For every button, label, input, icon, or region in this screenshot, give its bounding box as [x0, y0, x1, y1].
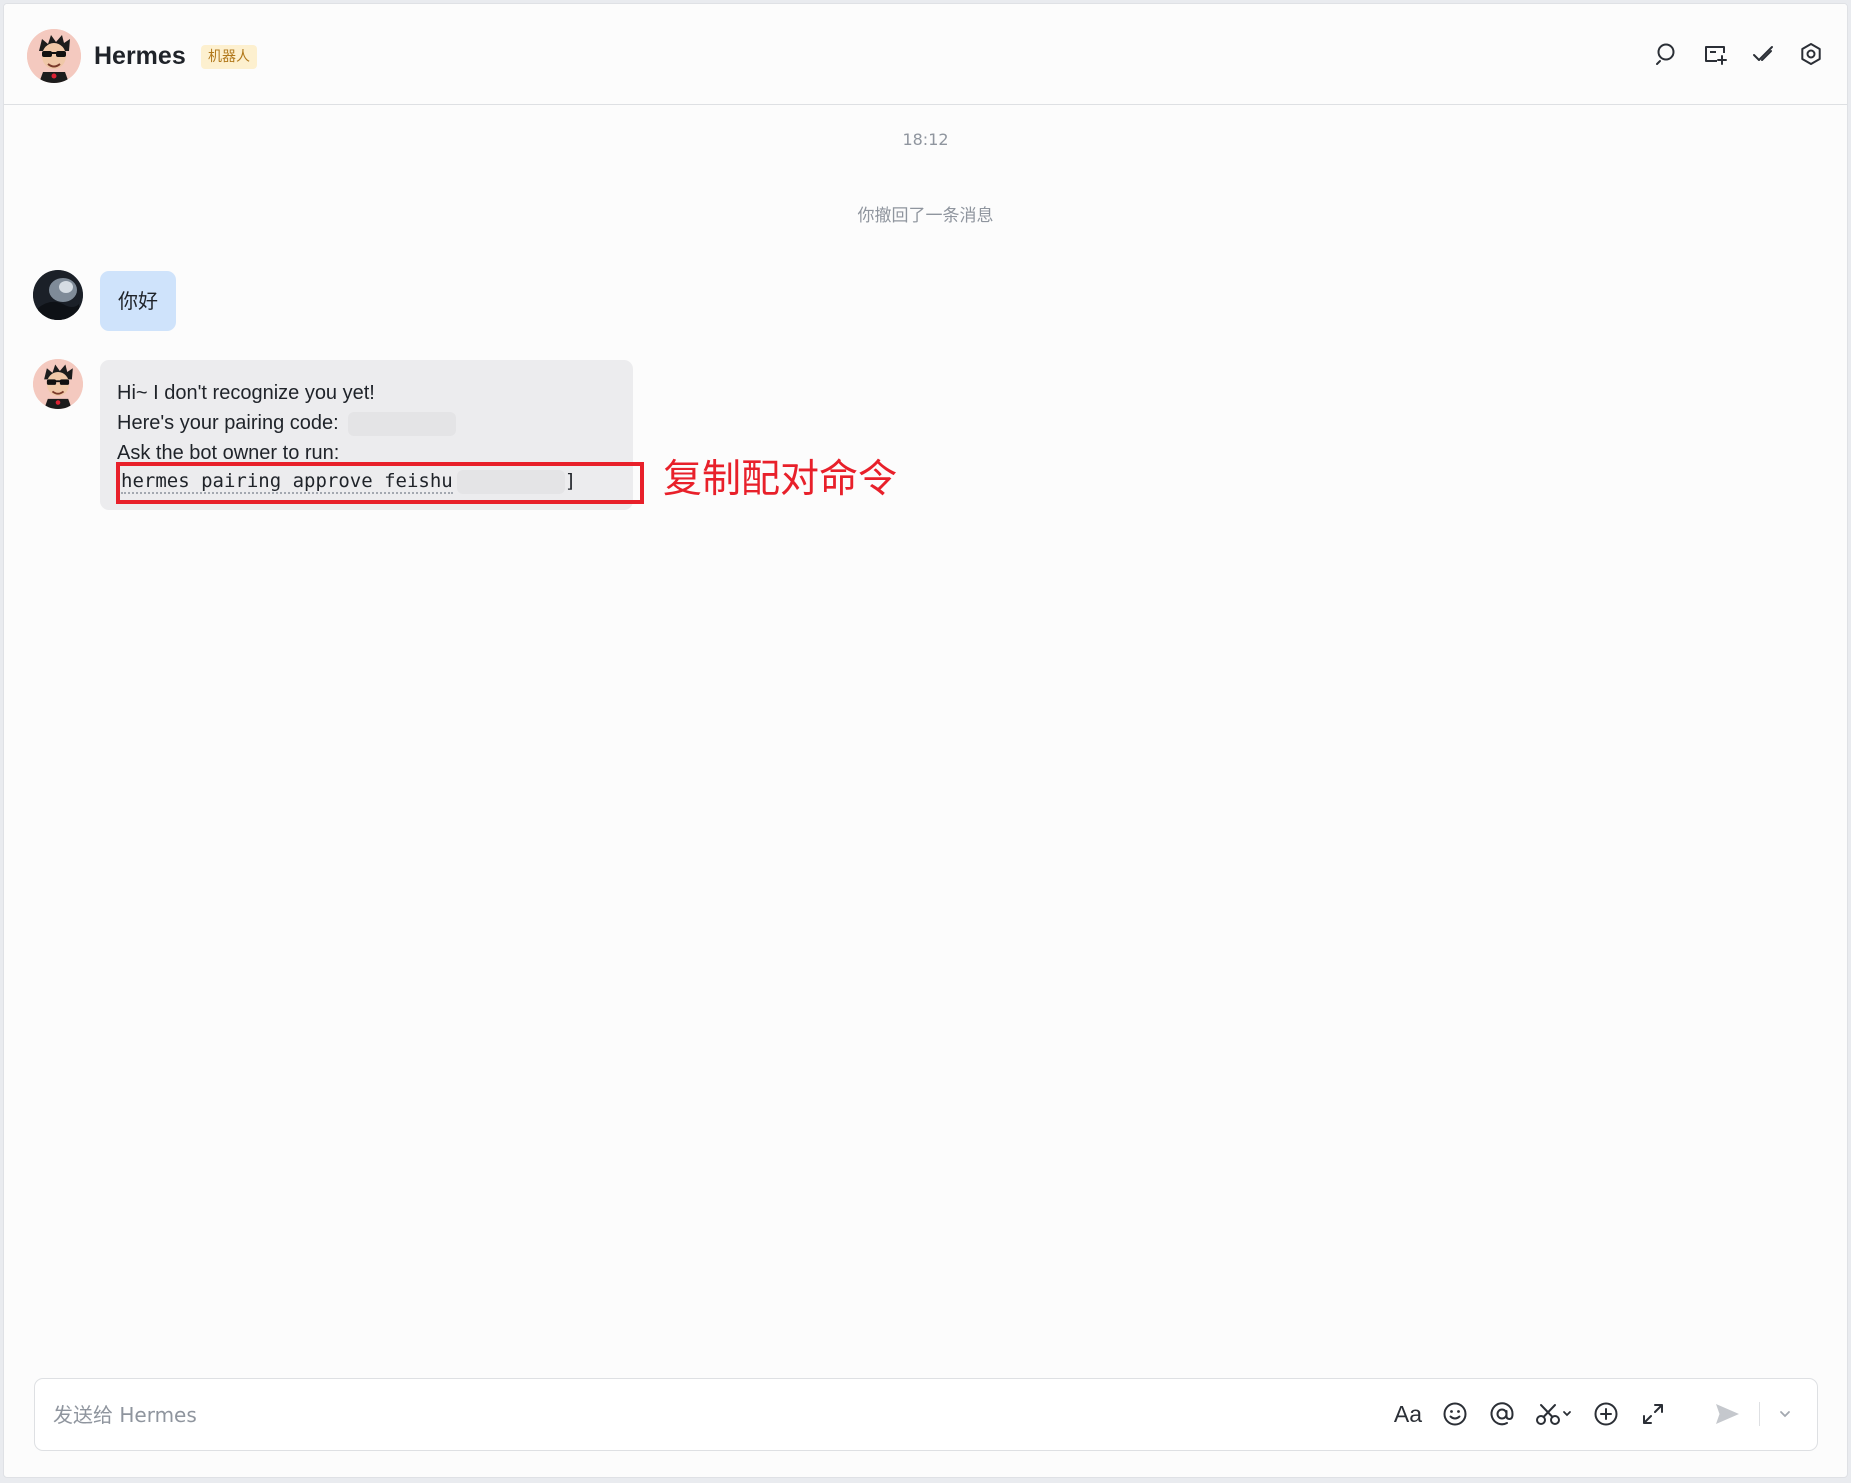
screenshot-button[interactable] [1534, 1399, 1574, 1429]
user-message-bubble[interactable]: 你好 [100, 271, 176, 331]
done-button[interactable] [1749, 40, 1777, 68]
send-divider [1759, 1402, 1760, 1426]
send-button[interactable] [1712, 1399, 1742, 1429]
add-icon [1594, 1402, 1618, 1426]
mention-button[interactable] [1487, 1399, 1517, 1429]
chat-title[interactable]: Hermes [94, 40, 186, 72]
settings-button[interactable] [1797, 40, 1825, 68]
add-tab-icon [1705, 46, 1727, 65]
message-timestamp: 18:12 [902, 130, 949, 149]
command-highlight-box [116, 462, 644, 504]
send-options-icon [1780, 1411, 1790, 1418]
header-actions [1653, 40, 1825, 68]
bot-badge: 机器人 [201, 45, 257, 69]
chat-window: Hermes 机器人 18:12 你撤回了一条消息 你好 Hi~ I don't… [3, 3, 1848, 1478]
user-avatar[interactable] [33, 270, 83, 320]
bot-message-line-1: Hi~ I don't recognize you yet! [117, 382, 375, 404]
format-icon: Aa [1393, 1401, 1423, 1427]
message-composer: Aa [34, 1378, 1818, 1451]
screenshot-icon [1536, 1404, 1571, 1425]
bot-message-avatar-image [33, 359, 83, 409]
settings-icon [1801, 43, 1821, 65]
done-icon [1753, 46, 1773, 61]
format-button[interactable]: Aa [1393, 1399, 1423, 1429]
search-button[interactable] [1653, 40, 1681, 68]
send-options-button[interactable] [1777, 1399, 1793, 1429]
message-input[interactable] [53, 1379, 1153, 1450]
pairing-code-redacted [348, 411, 457, 436]
bot-message-avatar[interactable] [33, 359, 83, 409]
recall-notice: 你撤回了一条消息 [857, 206, 994, 226]
emoji-icon [1443, 1402, 1467, 1426]
expand-icon [1643, 1404, 1663, 1424]
emoji-button[interactable] [1440, 1399, 1470, 1429]
expand-button[interactable] [1638, 1399, 1668, 1429]
add-button[interactable] [1591, 1399, 1621, 1429]
mention-icon [1490, 1402, 1514, 1426]
add-tab-button[interactable] [1701, 40, 1729, 68]
bot-avatar-image [27, 29, 81, 83]
bot-message-line-2: Here's your pairing code: [117, 408, 616, 438]
user-avatar-image [33, 270, 83, 320]
pairing-code-label: Here's your pairing code: [117, 412, 339, 434]
annotation-label: 复制配对命令 [663, 457, 898, 502]
send-icon [1716, 1404, 1739, 1424]
bot-avatar[interactable] [27, 29, 81, 83]
chat-header: Hermes 机器人 [4, 4, 1847, 105]
search-icon [1656, 43, 1675, 65]
composer-toolbar: Aa [1393, 1399, 1793, 1429]
